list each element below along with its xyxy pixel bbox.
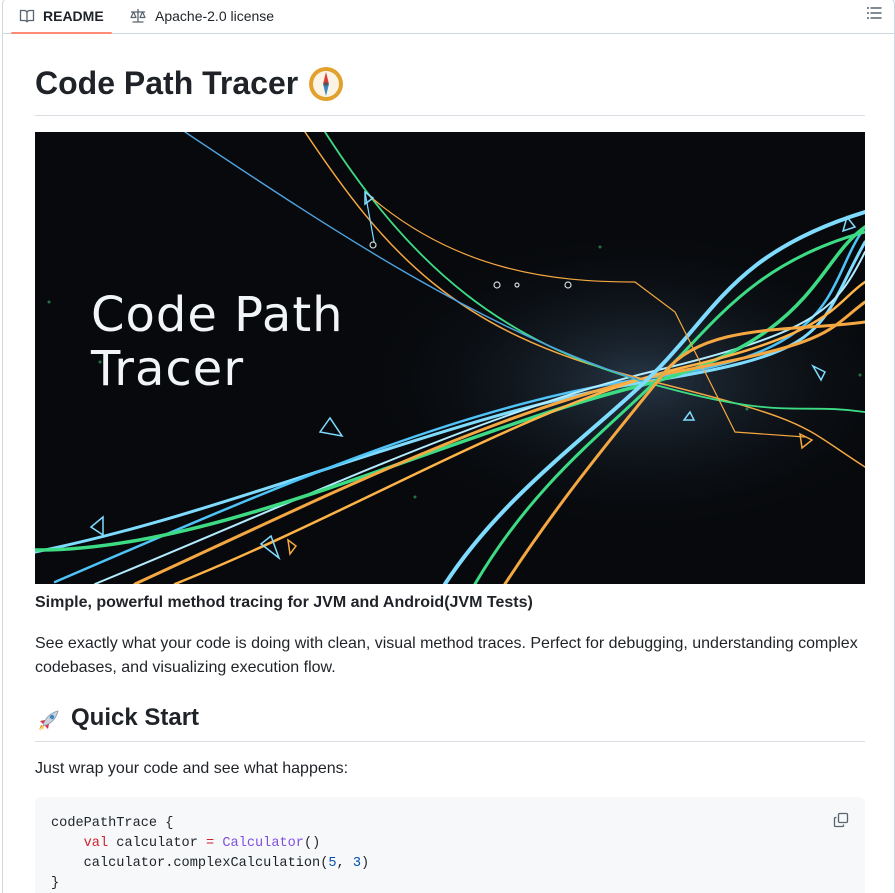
tab-license[interactable]: Apache-2.0 license (127, 0, 276, 33)
code-call: () (303, 836, 321, 851)
tab-readme[interactable]: README (11, 0, 112, 34)
readme-tabbar: README Apache-2.0 license (3, 0, 895, 34)
readme-title-text: Code Path Tracer (35, 65, 299, 101)
code-fn: codePathTrace (51, 816, 158, 831)
hero-title-line1: Code Path (91, 287, 344, 343)
hero-title: Code Path Tracer (91, 288, 344, 396)
book-icon (19, 9, 35, 23)
tab-license-label: Apache-2.0 license (155, 8, 275, 24)
list-unordered-icon (867, 7, 882, 19)
code-paren: ) (361, 856, 370, 871)
code-var: calculator (108, 836, 207, 851)
quick-start-heading: Quick Start (35, 701, 865, 742)
tab-readme-label: README (43, 8, 104, 24)
tagline: Simple, powerful method tracing for JVM … (35, 594, 533, 611)
copy-button[interactable] (831, 810, 851, 830)
code-class: Calculator (222, 836, 304, 851)
hero-title-line2: Tracer (91, 341, 245, 397)
code-close-brace: } (51, 876, 60, 891)
description: See exactly what your code is doing with… (35, 635, 858, 676)
code-keyword: val (83, 836, 109, 851)
hero-image: Code Path Tracer (35, 132, 865, 584)
code-operator: = (206, 836, 215, 851)
code-number: 3 (352, 856, 362, 871)
copy-icon (833, 812, 849, 828)
code-separator: , (336, 856, 353, 871)
readme-container: README Apache-2.0 license Code Path Trac… (2, 0, 895, 893)
rocket-emoji-icon (35, 708, 63, 734)
quick-start-intro: Just wrap your code and see what happens… (35, 760, 349, 777)
readme-title: Code Path Tracer (35, 62, 865, 116)
compass-emoji-icon (309, 67, 344, 101)
code-brace: { (157, 816, 174, 831)
code-block: codePathTrace { val calculator = Calcula… (35, 797, 865, 893)
scale-icon (130, 8, 146, 23)
code-number: 5 (328, 856, 337, 871)
quick-start-heading-text: Quick Start (71, 704, 200, 731)
outline-button[interactable] (864, 3, 884, 23)
code-snippet[interactable]: codePathTrace { val calculator = Calcula… (51, 814, 369, 893)
code-method-call: calculator.complexCalculation( (83, 856, 329, 871)
